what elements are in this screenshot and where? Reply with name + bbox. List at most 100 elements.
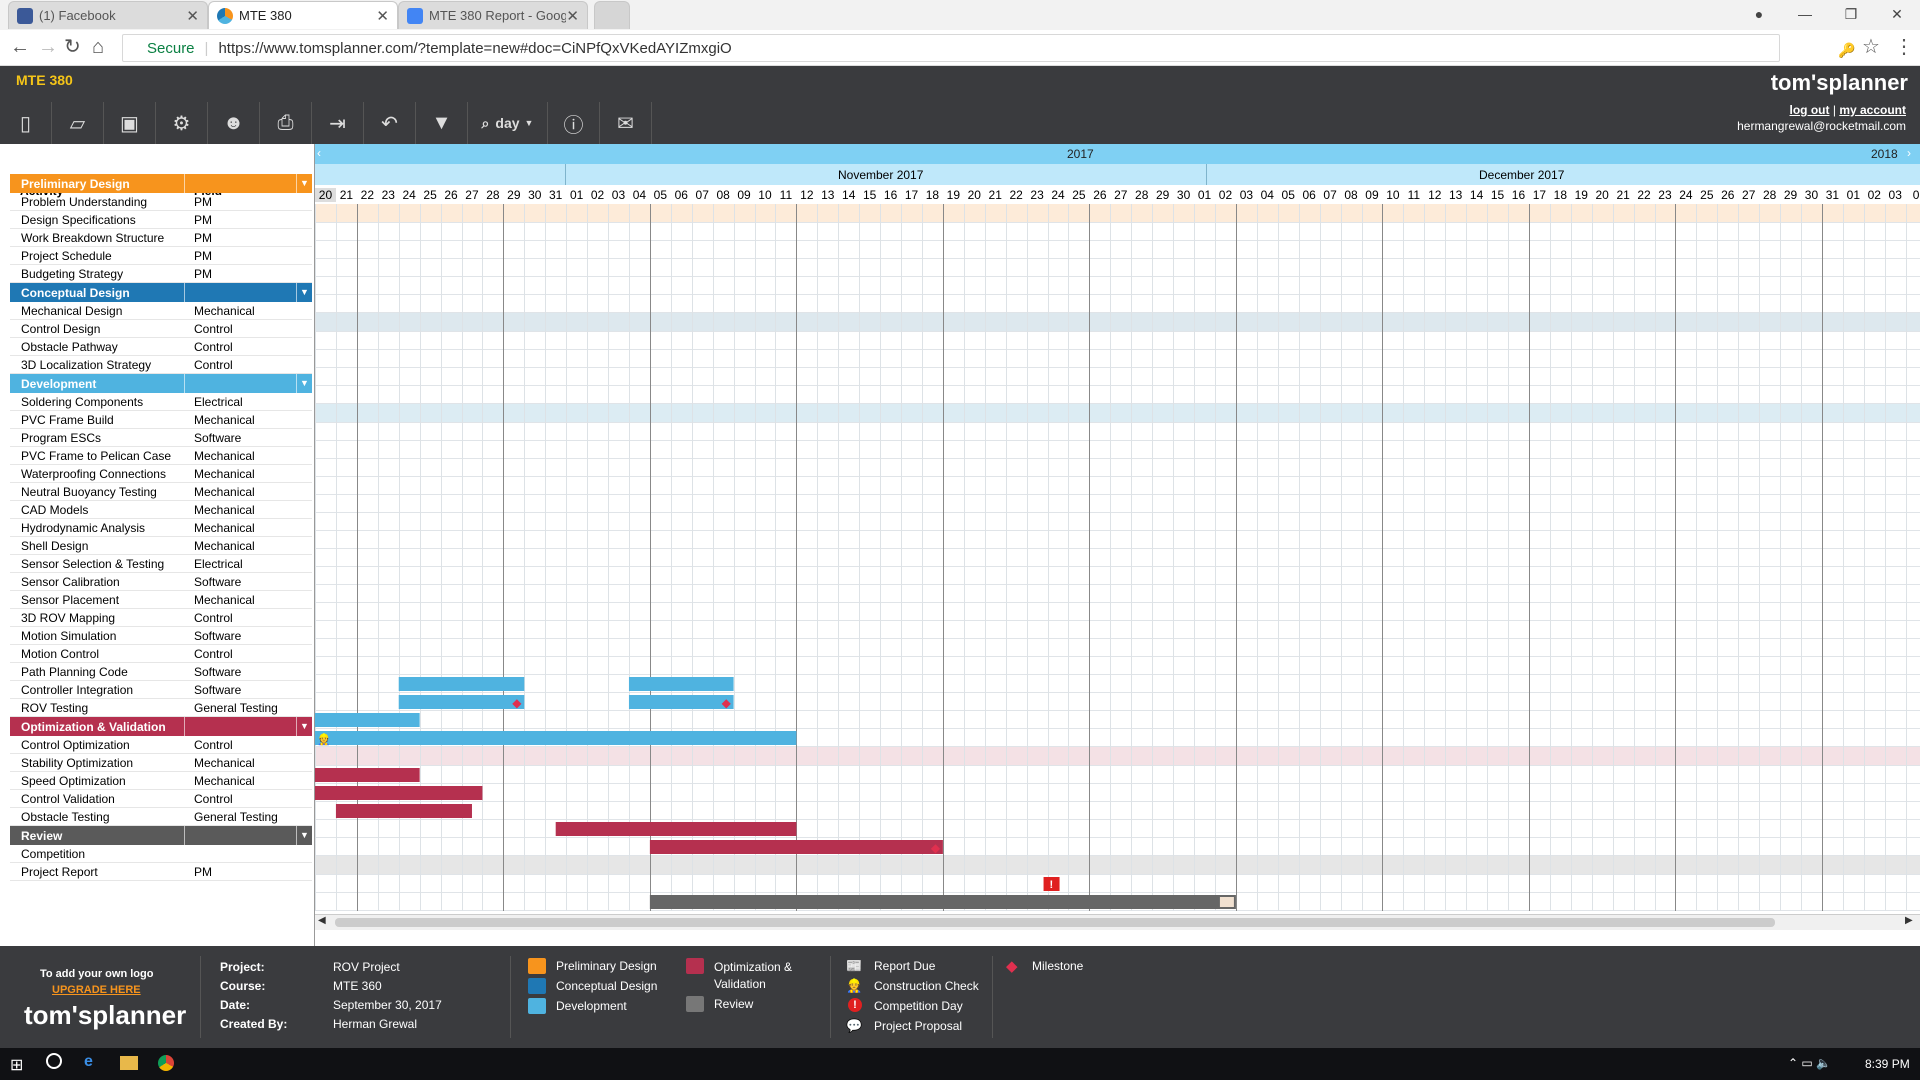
activity-row[interactable]: Budgeting Strategy PM <box>10 265 312 283</box>
milestone-icon[interactable]: ◆ <box>722 696 732 710</box>
activity-field: Mechanical <box>194 593 255 607</box>
url-field[interactable]: Secure | https://www.tomsplanner.com/?te… <box>122 34 1780 62</box>
activity-row[interactable]: Speed Optimization Mechanical <box>10 772 312 790</box>
activity-row[interactable]: PVC Frame Build Mechanical <box>10 411 312 429</box>
file-explorer-icon[interactable] <box>120 1056 138 1070</box>
close-window-icon[interactable]: ✕ <box>1874 0 1920 28</box>
forward-icon[interactable]: → <box>38 36 58 58</box>
construction-check-icon[interactable]: 👷 <box>317 733 331 746</box>
activity-row[interactable]: Controller Integration Software <box>10 681 312 699</box>
horizontal-scrollbar[interactable]: ◀ ▶ <box>315 914 1920 930</box>
activity-row[interactable]: Motion Control Control <box>10 645 312 663</box>
key-icon[interactable]: 🔑 <box>1838 39 1855 61</box>
activity-row[interactable]: Hydrodynamic Analysis Mechanical <box>10 519 312 537</box>
group-header[interactable]: Review ▼ <box>10 826 312 845</box>
chevron-down-icon[interactable]: ▼ <box>296 174 312 193</box>
activity-row[interactable]: Control Design Control <box>10 320 312 338</box>
legend-swatch <box>528 998 546 1014</box>
save-icon[interactable]: ▣ <box>104 102 156 144</box>
milestone-icon: ◆ <box>1006 958 1018 975</box>
chevron-down-icon[interactable]: ▼ <box>296 826 312 845</box>
milestone-icon[interactable]: ◆ <box>931 841 941 855</box>
activity-row[interactable]: Problem Understanding PM <box>10 193 312 211</box>
search-icon[interactable] <box>46 1053 62 1069</box>
activity-row[interactable]: Shell Design Mechanical <box>10 537 312 555</box>
activity-row[interactable]: Program ESCs Software <box>10 429 312 447</box>
activity-name: Stability Optimization <box>21 756 134 770</box>
chevron-down-icon[interactable]: ▼ <box>296 717 312 736</box>
group-header[interactable]: Optimization & Validation ▼ <box>10 717 312 736</box>
scroll-left-icon[interactable]: ‹ <box>317 146 321 160</box>
filter-icon[interactable]: ▼ <box>416 102 468 144</box>
mail-icon[interactable]: ✉ <box>600 102 652 144</box>
activity-row[interactable]: Waterproofing Connections Mechanical <box>10 465 312 483</box>
group-header[interactable]: Development ▼ <box>10 374 312 393</box>
activity-row[interactable]: Sensor Selection & Testing Electrical <box>10 555 312 573</box>
activity-row[interactable]: Project Schedule PM <box>10 247 312 265</box>
activity-row[interactable]: Sensor Calibration Software <box>10 573 312 591</box>
activity-row[interactable]: Design Specifications PM <box>10 211 312 229</box>
activity-row[interactable]: Obstacle Pathway Control <box>10 338 312 356</box>
activity-row[interactable]: 3D Localization Strategy Control <box>10 356 312 374</box>
activity-row[interactable]: 3D ROV Mapping Control <box>10 609 312 627</box>
activity-row[interactable]: Control Validation Control <box>10 790 312 808</box>
activity-row[interactable]: ROV Testing General Testing <box>10 699 312 717</box>
activity-row[interactable]: Stability Optimization Mechanical <box>10 754 312 772</box>
activity-row[interactable]: Obstacle Testing General Testing <box>10 808 312 826</box>
close-tab-icon[interactable]: ✕ <box>186 7 199 25</box>
print-icon[interactable]: ⎙ <box>260 102 312 144</box>
menu-icon[interactable]: ⋮ <box>1894 36 1914 58</box>
edge-icon[interactable]: e <box>84 1053 93 1071</box>
activity-row[interactable]: Mechanical Design Mechanical <box>10 302 312 320</box>
chevron-down-icon[interactable]: ▼ <box>296 283 312 302</box>
profile-icon[interactable]: ● <box>1736 0 1782 28</box>
tab-mte380[interactable]: MTE 380 ✕ <box>208 1 398 29</box>
chrome-icon[interactable] <box>158 1055 174 1071</box>
scroll-left-arrow-icon[interactable]: ◀ <box>318 915 326 926</box>
activity-row[interactable]: Path Planning Code Software <box>10 663 312 681</box>
scrollbar-thumb[interactable] <box>335 918 1775 927</box>
activity-row[interactable]: Competition <box>10 845 312 863</box>
bookmark-star-icon[interactable]: ☆ <box>1862 36 1880 58</box>
undo-icon[interactable]: ↶ <box>364 102 416 144</box>
activity-name: Mechanical Design <box>21 304 123 318</box>
scroll-right-icon[interactable]: › <box>1907 146 1911 160</box>
home-icon[interactable]: ⌂ <box>92 36 104 58</box>
info-icon[interactable]: ⓘ <box>548 102 600 144</box>
activity-row[interactable]: Project Report PM <box>10 863 312 881</box>
activity-row[interactable]: Motion Simulation Software <box>10 627 312 645</box>
zoom-dropdown[interactable]: ⌕ day ▼ <box>468 102 548 144</box>
close-tab-icon[interactable]: ✕ <box>376 7 389 25</box>
tab-facebook[interactable]: (1) Facebook ✕ <box>8 1 208 29</box>
activity-row[interactable]: Control Optimization Control <box>10 736 312 754</box>
activity-row[interactable]: Neutral Buoyancy Testing Mechanical <box>10 483 312 501</box>
back-icon[interactable]: ← <box>10 36 30 58</box>
activity-field: General Testing <box>194 810 278 824</box>
activity-name: Sensor Calibration <box>21 575 120 589</box>
logout-link[interactable]: log out <box>1790 103 1830 117</box>
my-account-link[interactable]: my account <box>1839 103 1906 117</box>
new-tab-button[interactable] <box>594 1 630 29</box>
chevron-down-icon[interactable]: ▼ <box>296 374 312 393</box>
new-document-icon[interactable]: ▯ <box>0 102 52 144</box>
settings-icon[interactable]: ⚙ <box>156 102 208 144</box>
activity-row[interactable]: Soldering Components Electrical <box>10 393 312 411</box>
minimize-icon[interactable]: — <box>1782 0 1828 28</box>
open-folder-icon[interactable]: ▱ <box>52 102 104 144</box>
activity-row[interactable]: PVC Frame to Pelican Case Mechanical <box>10 447 312 465</box>
reload-icon[interactable]: ↻ <box>64 36 81 58</box>
activity-row[interactable]: Work Breakdown Structure PM <box>10 229 312 247</box>
upgrade-link[interactable]: UPGRADE HERE <box>52 984 141 996</box>
restore-icon[interactable]: ❐ <box>1828 0 1874 28</box>
activity-row[interactable]: CAD Models Mechanical <box>10 501 312 519</box>
export-icon[interactable]: ⇥ <box>312 102 364 144</box>
group-header[interactable]: Preliminary Design ▼ <box>10 174 312 193</box>
scroll-right-arrow-icon[interactable]: ▶ <box>1905 915 1913 926</box>
group-header[interactable]: Conceptual Design ▼ <box>10 283 312 302</box>
tab-google-docs[interactable]: MTE 380 Report - Googl ✕ <box>398 1 588 29</box>
milestone-icon[interactable]: ◆ <box>512 696 522 710</box>
close-tab-icon[interactable]: ✕ <box>566 7 579 25</box>
activity-row[interactable]: Sensor Placement Mechanical <box>10 591 312 609</box>
share-users-icon[interactable]: ☻ <box>208 102 260 144</box>
windows-start-icon[interactable]: ⊞ <box>10 1055 23 1075</box>
